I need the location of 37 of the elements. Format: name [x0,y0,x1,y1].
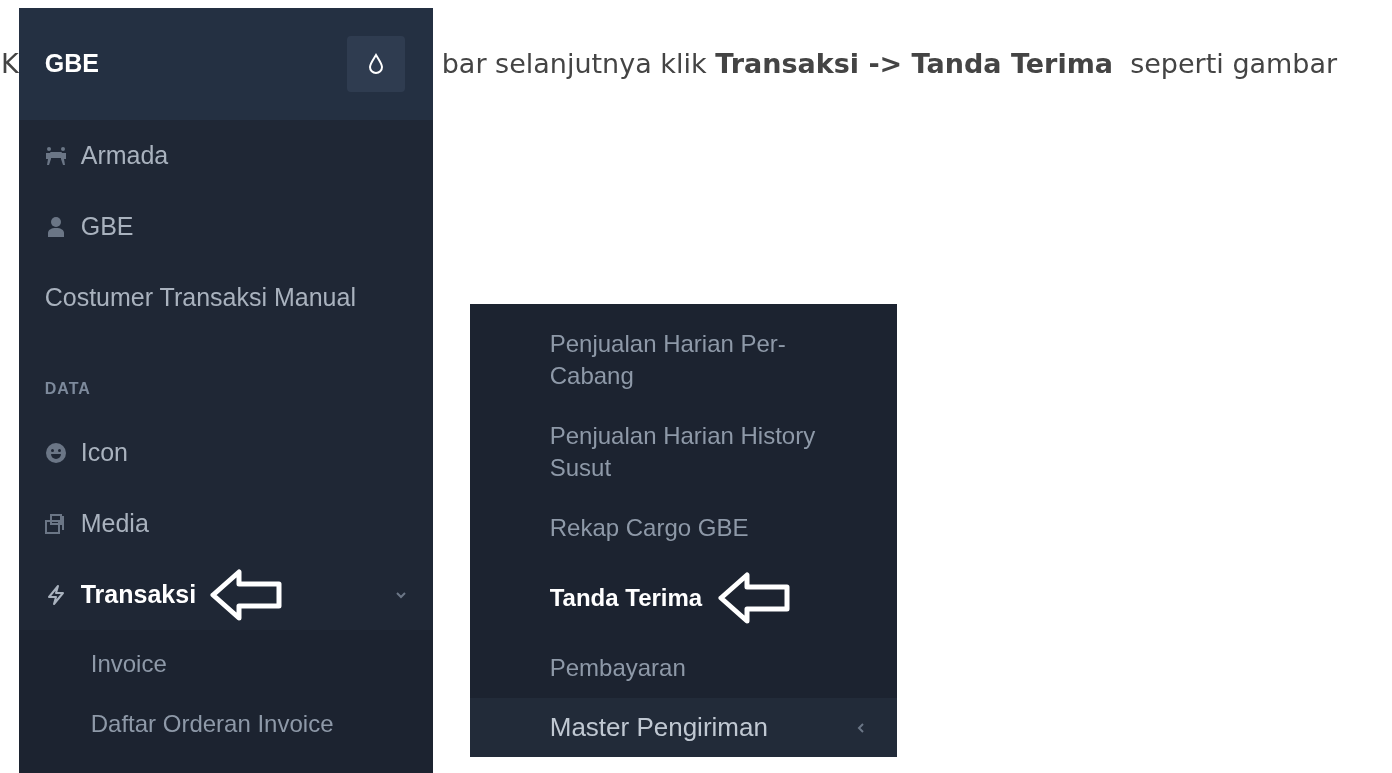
menu-label: Invoice [90,649,167,679]
menu-label: GBE [80,210,134,242]
menu-label: Costumer Transaksi Manual [44,281,356,313]
submenu-item[interactable]: Pembayaran [469,638,897,698]
sidebar-item[interactable]: GBE [18,191,433,262]
submenu-item[interactable]: Penjualan Harian Per-Cabang [469,314,897,406]
menu-label: Rekap Cargo GBE [549,513,749,543]
people-icon [44,144,67,167]
sidebar-item[interactable]: Costumer Transaksi Manual [18,262,433,333]
menu-label: Master Pengiriman [549,711,768,744]
theme-button[interactable] [346,36,405,92]
menu-label: Penjualan Harian History Susut [549,421,817,483]
brand-title: GBE [44,48,99,80]
sidebar-item[interactable]: Transaksi [18,559,433,630]
images-icon [44,512,67,535]
menu-label: Daftar Orderan Invoice [90,709,334,739]
menu-label: Tanda Terima [549,583,703,613]
sidebar-item[interactable]: Media [18,488,433,559]
submenu-item[interactable]: Invoice [18,634,433,694]
menu-label: Pembayaran [549,653,686,683]
menu-label: Icon [80,436,128,468]
menu-label: Media [80,507,149,539]
section-header: DATA [43,379,92,399]
menu-label: Transaksi [80,578,197,610]
submenu-item[interactable]: Daftar Orderan Invoice [18,694,433,754]
sentence-text: bar selanjutnya klik Transaksi -> Tanda Terima seperti gambar [441,50,1338,77]
sidebar-item[interactable]: Armada [18,120,433,191]
sidebar-item[interactable]: Master Pengiriman [469,698,897,757]
menu-label: Penjualan Harian Per-Cabang [549,329,787,391]
smiley-icon [44,441,67,464]
submenu-item[interactable]: Tanda Terima [469,558,897,638]
sentence-text: K [0,50,19,81]
droplet-icon [367,53,384,75]
submenu-item[interactable]: Penjualan Harian History Susut [469,406,897,498]
sidebar-item[interactable]: Icon [18,417,433,488]
menu-label: Armada [80,139,169,171]
submenu-item[interactable]: Rekap Cargo GBE [469,498,897,558]
